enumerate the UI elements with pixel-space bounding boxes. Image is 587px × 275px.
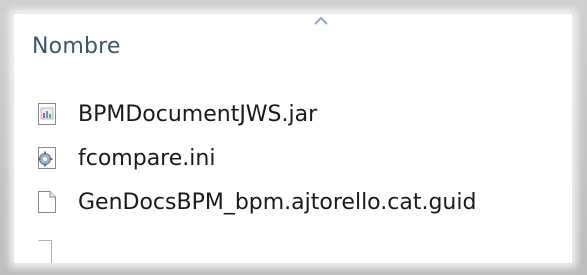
window-frame: Nombre BPMDocumentJWS.jar fcompare.ini G… — [0, 0, 587, 275]
settings-file-icon — [38, 147, 56, 169]
file-list-panel: Nombre BPMDocumentJWS.jar fcompare.ini G… — [14, 14, 572, 263]
list-item[interactable]: fcompare.ini — [14, 136, 572, 180]
file-list: BPMDocumentJWS.jar fcompare.ini GenDocsB… — [14, 92, 572, 224]
file-name: BPMDocumentJWS.jar — [78, 101, 318, 127]
jar-file-icon — [38, 103, 56, 125]
file-icon-partial — [38, 240, 52, 263]
list-item[interactable]: GenDocsBPM_bpm.ajtorello.cat.guid — [14, 180, 572, 224]
file-name: fcompare.ini — [78, 145, 216, 171]
column-header-label: Nombre — [32, 34, 121, 59]
chevron-up-icon — [314, 16, 328, 25]
list-item[interactable]: BPMDocumentJWS.jar — [14, 92, 572, 136]
blank-file-icon — [38, 191, 56, 213]
column-header-name[interactable]: Nombre — [14, 14, 572, 76]
file-name: GenDocsBPM_bpm.ajtorello.cat.guid — [78, 189, 477, 215]
